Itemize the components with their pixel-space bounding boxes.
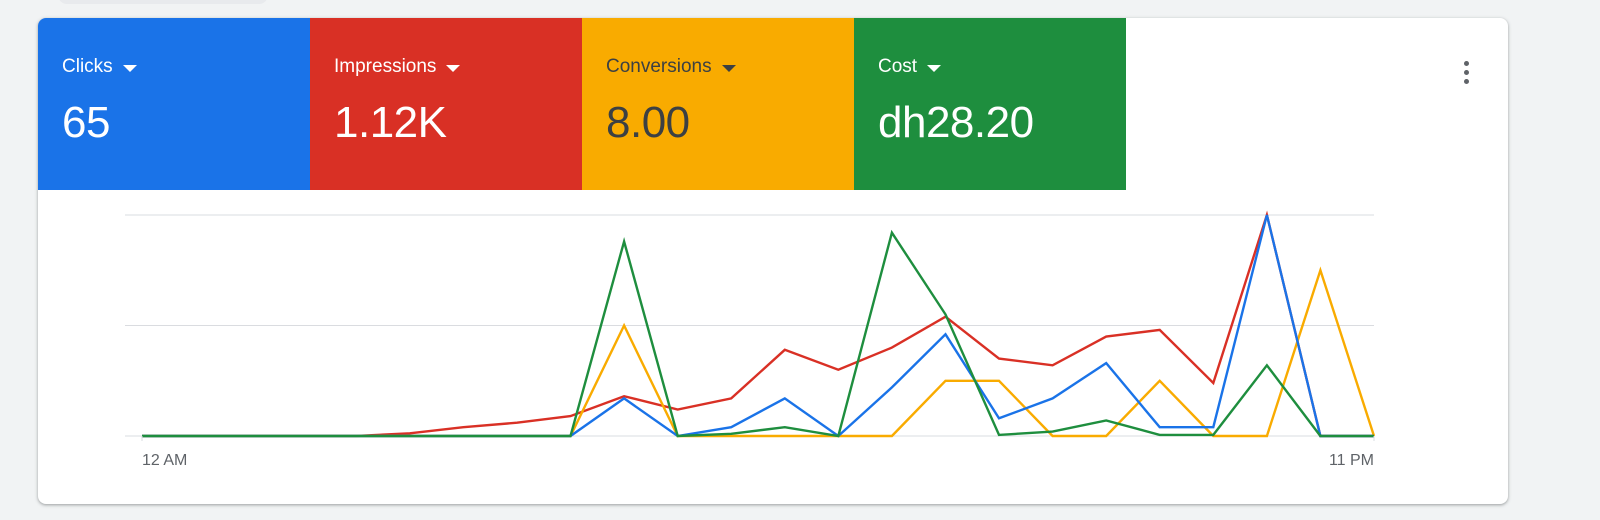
series-line-cost xyxy=(142,229,1374,438)
x-tick-label-start: 12 AM xyxy=(142,452,187,469)
performance-card: Clicks 65 Impressions 1.12K Conversions … xyxy=(38,18,1508,504)
series-line-conversions xyxy=(142,266,1376,438)
performance-line-chart: 12 AM 11 PM xyxy=(125,210,1376,469)
x-tick-label-end: 11 PM xyxy=(1329,452,1374,469)
top-pill-decoration xyxy=(58,0,268,4)
